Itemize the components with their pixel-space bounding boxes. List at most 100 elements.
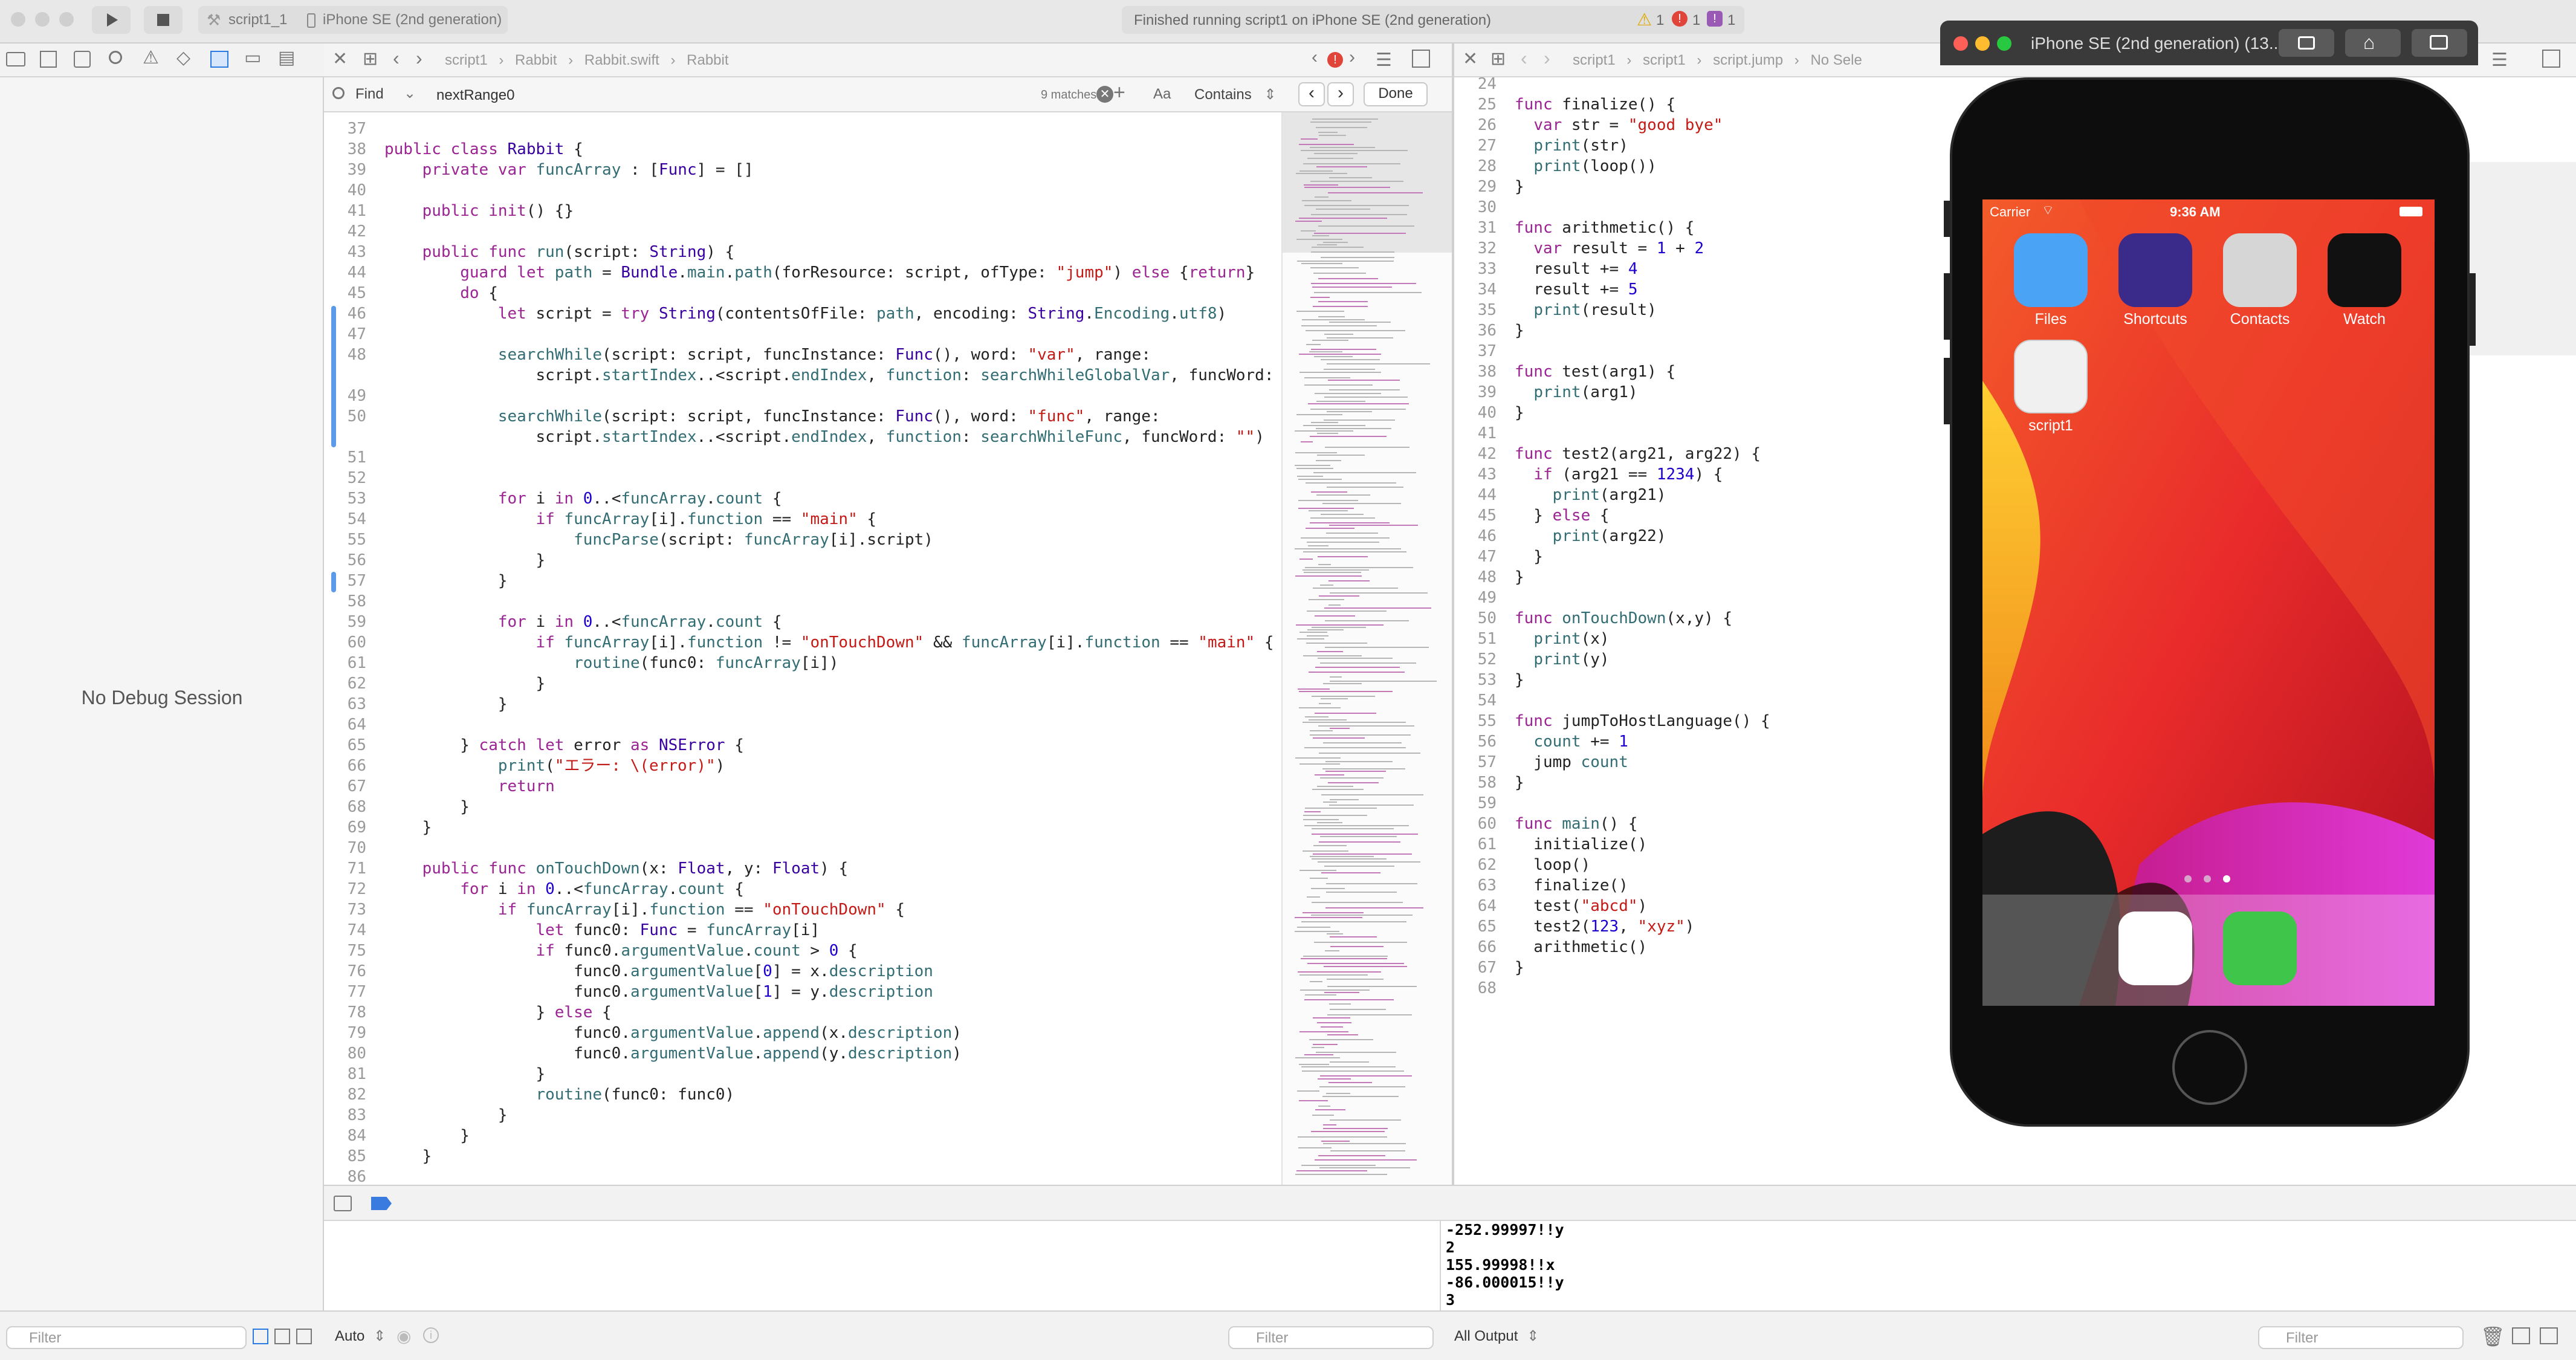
breadcrumb-file[interactable]: Rabbit.swift — [584, 52, 659, 68]
zoom-window-button[interactable] — [59, 12, 74, 27]
minimize-window-button[interactable] — [35, 12, 50, 27]
breadcrumb-file[interactable]: script.jump — [1713, 52, 1783, 68]
breadcrumb-class[interactable]: Rabbit — [687, 52, 728, 68]
eye-icon[interactable]: ◉ — [396, 1326, 411, 1346]
contacts-icon[interactable] — [2223, 233, 2297, 307]
forward-arrow-icon[interactable]: › — [1544, 47, 1550, 70]
zoom-window-button[interactable] — [1997, 36, 2011, 51]
thread-view-icon[interactable] — [274, 1329, 290, 1344]
auto-scope-select[interactable]: Auto ⇕ — [335, 1327, 386, 1345]
close-editor-icon[interactable]: ✕ — [1463, 48, 1478, 70]
iphone-screen[interactable]: Carrier ⌔ 9:36 AM Files Shortcuts Contacts… — [1982, 199, 2435, 1006]
related-items-icon[interactable]: ⊞ — [1490, 48, 1506, 70]
minimize-window-button[interactable] — [1975, 36, 1990, 51]
memory-view-icon[interactable] — [296, 1329, 312, 1344]
code-line: 44 print(arg21) — [1454, 485, 1770, 505]
folder-icon[interactable] — [6, 52, 25, 66]
test-icon[interactable]: ◇ — [176, 47, 190, 68]
back-arrow-icon[interactable]: ‹ — [393, 47, 400, 70]
error-icon[interactable]: ! — [1672, 11, 1688, 27]
console-output[interactable]: -252.99997!!y 2 155.99998!!x -86.000015!!y 3 — [1441, 1221, 2576, 1310]
contains-select[interactable]: Contains ⇕ — [1194, 86, 1277, 103]
output-select[interactable]: All Output ⇕ — [1454, 1327, 1539, 1345]
breadcrumb-project[interactable]: script1 — [445, 52, 488, 68]
find-prev-button[interactable]: ‹ — [1298, 82, 1325, 106]
variables-filter-input[interactable]: Filter — [1228, 1326, 1434, 1349]
console-filter-input[interactable]: Filter — [2258, 1326, 2464, 1349]
safari-icon[interactable] — [2118, 912, 2192, 985]
line-number: 27 — [1477, 137, 1497, 155]
source-editor[interactable]: 37 38 public class Rabbit {39 private var … — [324, 112, 1281, 1185]
related-items-icon[interactable]: ⊞ — [363, 48, 378, 70]
source-control-icon[interactable] — [40, 51, 57, 68]
minimap[interactable] — [1281, 112, 1452, 1185]
add-pattern-icon[interactable]: + — [1113, 81, 1125, 105]
issue-icon[interactable]: ! — [1707, 11, 1723, 27]
home-screen-apps: Files Shortcuts Contacts Watch script1 — [1982, 199, 2435, 1006]
clear-search-icon[interactable]: ✕ — [1096, 86, 1113, 103]
debug-navigator-icon[interactable] — [210, 51, 228, 68]
screenshot-button[interactable] — [2279, 29, 2334, 57]
minimap-line — [1304, 747, 1406, 748]
trash-icon[interactable]: 🗑 — [2481, 1325, 2505, 1348]
watch-icon[interactable] — [2328, 233, 2401, 307]
minimap-line — [1307, 896, 1320, 898]
warning-icon[interactable]: ⚠ — [1637, 10, 1652, 30]
shortcuts-icon[interactable] — [2118, 233, 2192, 307]
navigator-filter-input[interactable]: Filter — [6, 1326, 247, 1349]
stop-button[interactable] — [144, 6, 183, 34]
close-window-button[interactable] — [11, 12, 25, 27]
minimap-line — [1327, 933, 1343, 934]
find-next-button[interactable]: › — [1327, 82, 1354, 106]
info-icon[interactable]: i — [423, 1327, 439, 1343]
run-button[interactable] — [92, 6, 131, 34]
report-icon[interactable]: ▤ — [278, 47, 295, 68]
messages-icon[interactable] — [2223, 912, 2297, 985]
minimap-line — [1299, 870, 1336, 871]
add-editor-icon[interactable] — [1412, 50, 1430, 68]
minimap-toggle-icon[interactable]: ☰ — [1376, 50, 1392, 71]
issue-prev-icon[interactable]: ‹ — [1312, 47, 1318, 68]
breadcrumb-project[interactable]: script1 — [1573, 52, 1616, 68]
match-case-button[interactable]: Aa — [1153, 86, 1171, 103]
scheme-selector[interactable]: ⚒ script1_1 iPhone SE (2nd generation) — [198, 6, 508, 34]
code-line: 32 var result = 1 + 2 — [1454, 238, 1770, 259]
find-mode-select[interactable]: Find ⌄ — [332, 85, 423, 105]
breadcrumb-selection[interactable]: No Sele — [1810, 52, 1862, 68]
hierarchy-icon[interactable] — [74, 51, 91, 68]
line-number: 64 — [1477, 897, 1497, 915]
minimap-line — [1303, 551, 1406, 552]
minimap-line — [1301, 1165, 1376, 1166]
minimap-line — [1329, 177, 1372, 178]
line-number: 62 — [347, 675, 366, 693]
home-button[interactable]: ⌂ — [2345, 29, 2401, 57]
breakpoints-toggle-icon[interactable] — [371, 1197, 392, 1210]
error-badge-icon[interactable]: ! — [1327, 52, 1343, 68]
breadcrumb-group[interactable]: Rabbit — [515, 52, 557, 68]
close-window-button[interactable] — [1953, 36, 1968, 51]
minimap-toggle-icon[interactable]: ☰ — [2491, 50, 2508, 71]
close-editor-icon[interactable]: ✕ — [332, 48, 348, 70]
files-icon[interactable] — [2014, 233, 2088, 307]
issue-next-icon[interactable]: › — [1349, 47, 1355, 68]
script1-icon[interactable] — [2014, 340, 2088, 413]
back-arrow-icon[interactable]: ‹ — [1521, 47, 1527, 70]
add-editor-icon[interactable] — [2542, 50, 2560, 68]
find-query-input[interactable]: nextRange0 9 matches ✕ — [436, 83, 1192, 106]
rotate-button[interactable] — [2412, 29, 2467, 57]
split-view-icon[interactable] — [2540, 1327, 2558, 1344]
hide-debug-area-icon[interactable] — [334, 1196, 352, 1211]
code-line: 68 } — [324, 797, 1281, 817]
breadcrumb-group[interactable]: script1 — [1643, 52, 1686, 68]
home-hardware-button[interactable] — [2172, 1030, 2247, 1105]
minimap-line — [1328, 1082, 1372, 1083]
split-view-icon[interactable] — [2512, 1327, 2530, 1344]
breakpoint-icon[interactable]: ▭ — [244, 47, 261, 68]
issue-navigator-icon[interactable]: ⚠ — [143, 47, 159, 68]
search-icon[interactable] — [109, 51, 122, 64]
find-done-button[interactable]: Done — [1364, 82, 1428, 106]
filter-toggle-icon[interactable] — [253, 1329, 268, 1344]
forward-arrow-icon[interactable]: › — [416, 47, 422, 70]
code-text: } — [1515, 959, 1524, 977]
code-line: 25 func finalize() { — [1454, 94, 1770, 115]
